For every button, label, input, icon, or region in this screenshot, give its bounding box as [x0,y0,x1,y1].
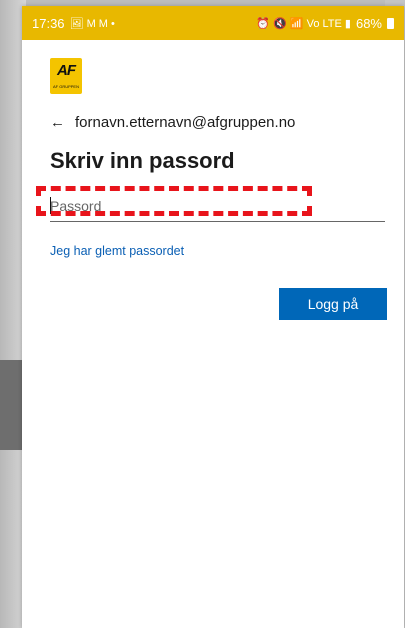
highlight-box [36,186,312,216]
identity-row[interactable]: ← fornavn.etternavn@afgruppen.no [50,114,295,131]
status-time: 17:36 [32,15,65,31]
phone-screen: 17:36 🖼 M M • ⏰ 🔇 📶 Vo LTE ▮ 68% AF AF G… [22,6,404,628]
logo-text: AF [57,62,76,79]
user-email: fornavn.etternavn@afgruppen.no [75,114,296,131]
page-title: Skriv inn passord [50,148,235,173]
system-icons: ⏰ 🔇 📶 Vo LTE ▮ [256,17,351,30]
battery-percent: 68% [355,15,382,31]
notification-icons: 🖼 M M • [69,17,115,30]
company-logo: AF AF GRUPPEN [50,58,82,94]
logo-subtext: AF GRUPPEN [52,84,79,89]
back-arrow-icon[interactable]: ← [50,114,65,131]
sign-in-button[interactable]: Logg på [279,288,387,320]
forgot-password-link[interactable]: Jeg har glemt passordet [50,244,184,258]
battery-icon [387,17,394,29]
status-bar: 17:36 🖼 M M • ⏰ 🔇 📶 Vo LTE ▮ 68% [22,6,404,40]
